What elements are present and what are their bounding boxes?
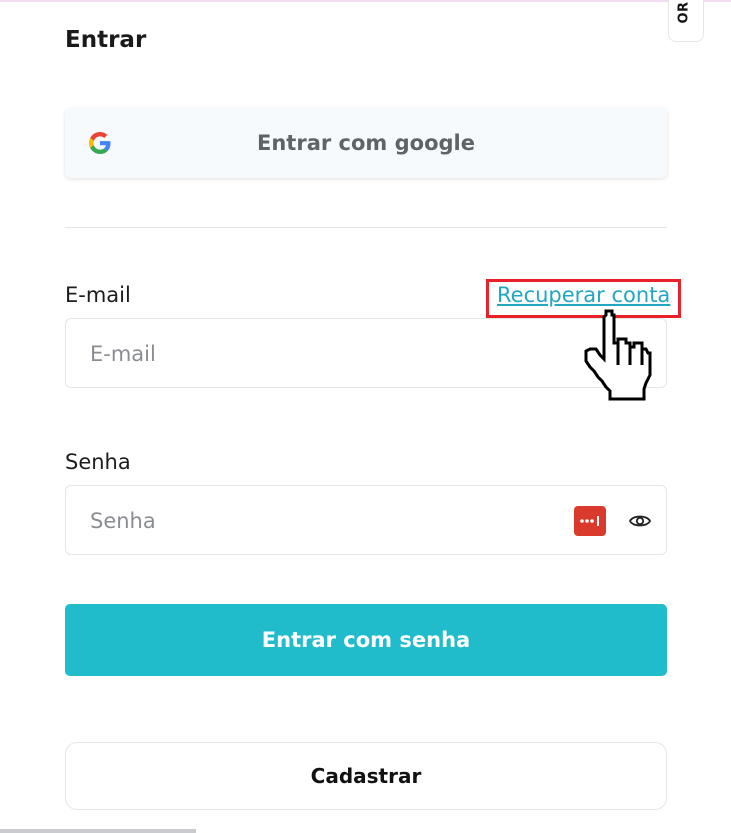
login-with-password-button[interactable]: Entrar com senha bbox=[65, 604, 667, 676]
password-placeholder: Senha bbox=[90, 509, 156, 533]
google-login-button[interactable]: Entrar com google bbox=[65, 108, 667, 178]
page-title: Entrar bbox=[65, 27, 147, 53]
side-feedback-tab[interactable]: OR bbox=[668, 0, 704, 42]
section-divider bbox=[65, 227, 667, 228]
password-label: Senha bbox=[65, 450, 131, 474]
register-button[interactable]: Cadastrar bbox=[65, 742, 667, 810]
hand-pointer-cursor-icon bbox=[584, 309, 652, 401]
top-border-line bbox=[0, 0, 731, 2]
google-login-label: Entrar com google bbox=[257, 131, 475, 155]
password-manager-icon[interactable] bbox=[574, 506, 606, 536]
password-input[interactable]: Senha bbox=[65, 485, 667, 555]
side-tab-label: OR bbox=[676, 1, 692, 24]
email-placeholder: E-mail bbox=[90, 342, 156, 366]
email-label: E-mail bbox=[65, 283, 131, 307]
email-input[interactable]: E-mail bbox=[65, 318, 667, 388]
bottom-scroll-indicator bbox=[0, 829, 196, 833]
eye-icon[interactable] bbox=[628, 510, 652, 532]
